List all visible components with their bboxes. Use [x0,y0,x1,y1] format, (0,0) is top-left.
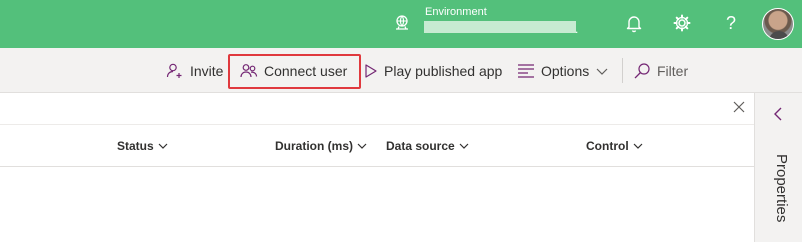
options-list-icon [518,63,534,78]
environment-icon[interactable] [393,14,411,32]
chevron-down-icon [459,143,469,149]
column-header-label: Duration (ms) [275,139,353,153]
column-header-status[interactable]: Status [117,139,168,153]
bell-icon[interactable] [624,13,644,33]
chevron-down-icon [596,68,608,75]
chevron-down-icon [357,143,367,149]
command-bar: Invite Connect user Play published app O… [0,48,802,93]
search-icon [634,62,650,78]
chevron-down-icon [633,143,643,149]
column-header-label: Control [586,139,629,153]
environment-title: Environment [425,6,487,18]
help-icon[interactable]: ? [721,13,741,33]
filter-input[interactable]: Filter [633,48,688,93]
column-header-duration[interactable]: Duration (ms) [275,139,367,153]
column-header-control[interactable]: Control [586,139,643,153]
close-icon[interactable] [732,100,746,114]
chevron-left-icon[interactable] [770,106,786,122]
filter-placeholder: Filter [657,62,689,79]
add-person-icon [166,63,182,78]
command-separator [622,58,623,83]
environment-name-suffix: . [575,22,579,36]
invite-label: Invite [190,62,224,79]
properties-tab[interactable]: Properties [770,154,790,234]
chevron-down-icon [158,143,168,149]
play-published-app-label: Play published app [384,62,503,79]
column-header-data-source[interactable]: Data source [386,139,469,153]
options-label: Options [541,62,590,79]
play-published-app-button[interactable]: Play published app [364,48,502,93]
invite-button[interactable]: Invite [166,48,223,93]
gear-icon[interactable] [672,13,692,33]
app-header: Environment . ? [0,0,802,48]
highlight-box [228,54,361,89]
environment-name-redacted[interactable] [424,21,576,33]
column-header-label: Status [117,139,154,153]
column-header-label: Data source [386,139,455,153]
avatar[interactable] [762,8,794,40]
options-dropdown[interactable]: Options [517,48,609,93]
play-icon [365,63,377,78]
